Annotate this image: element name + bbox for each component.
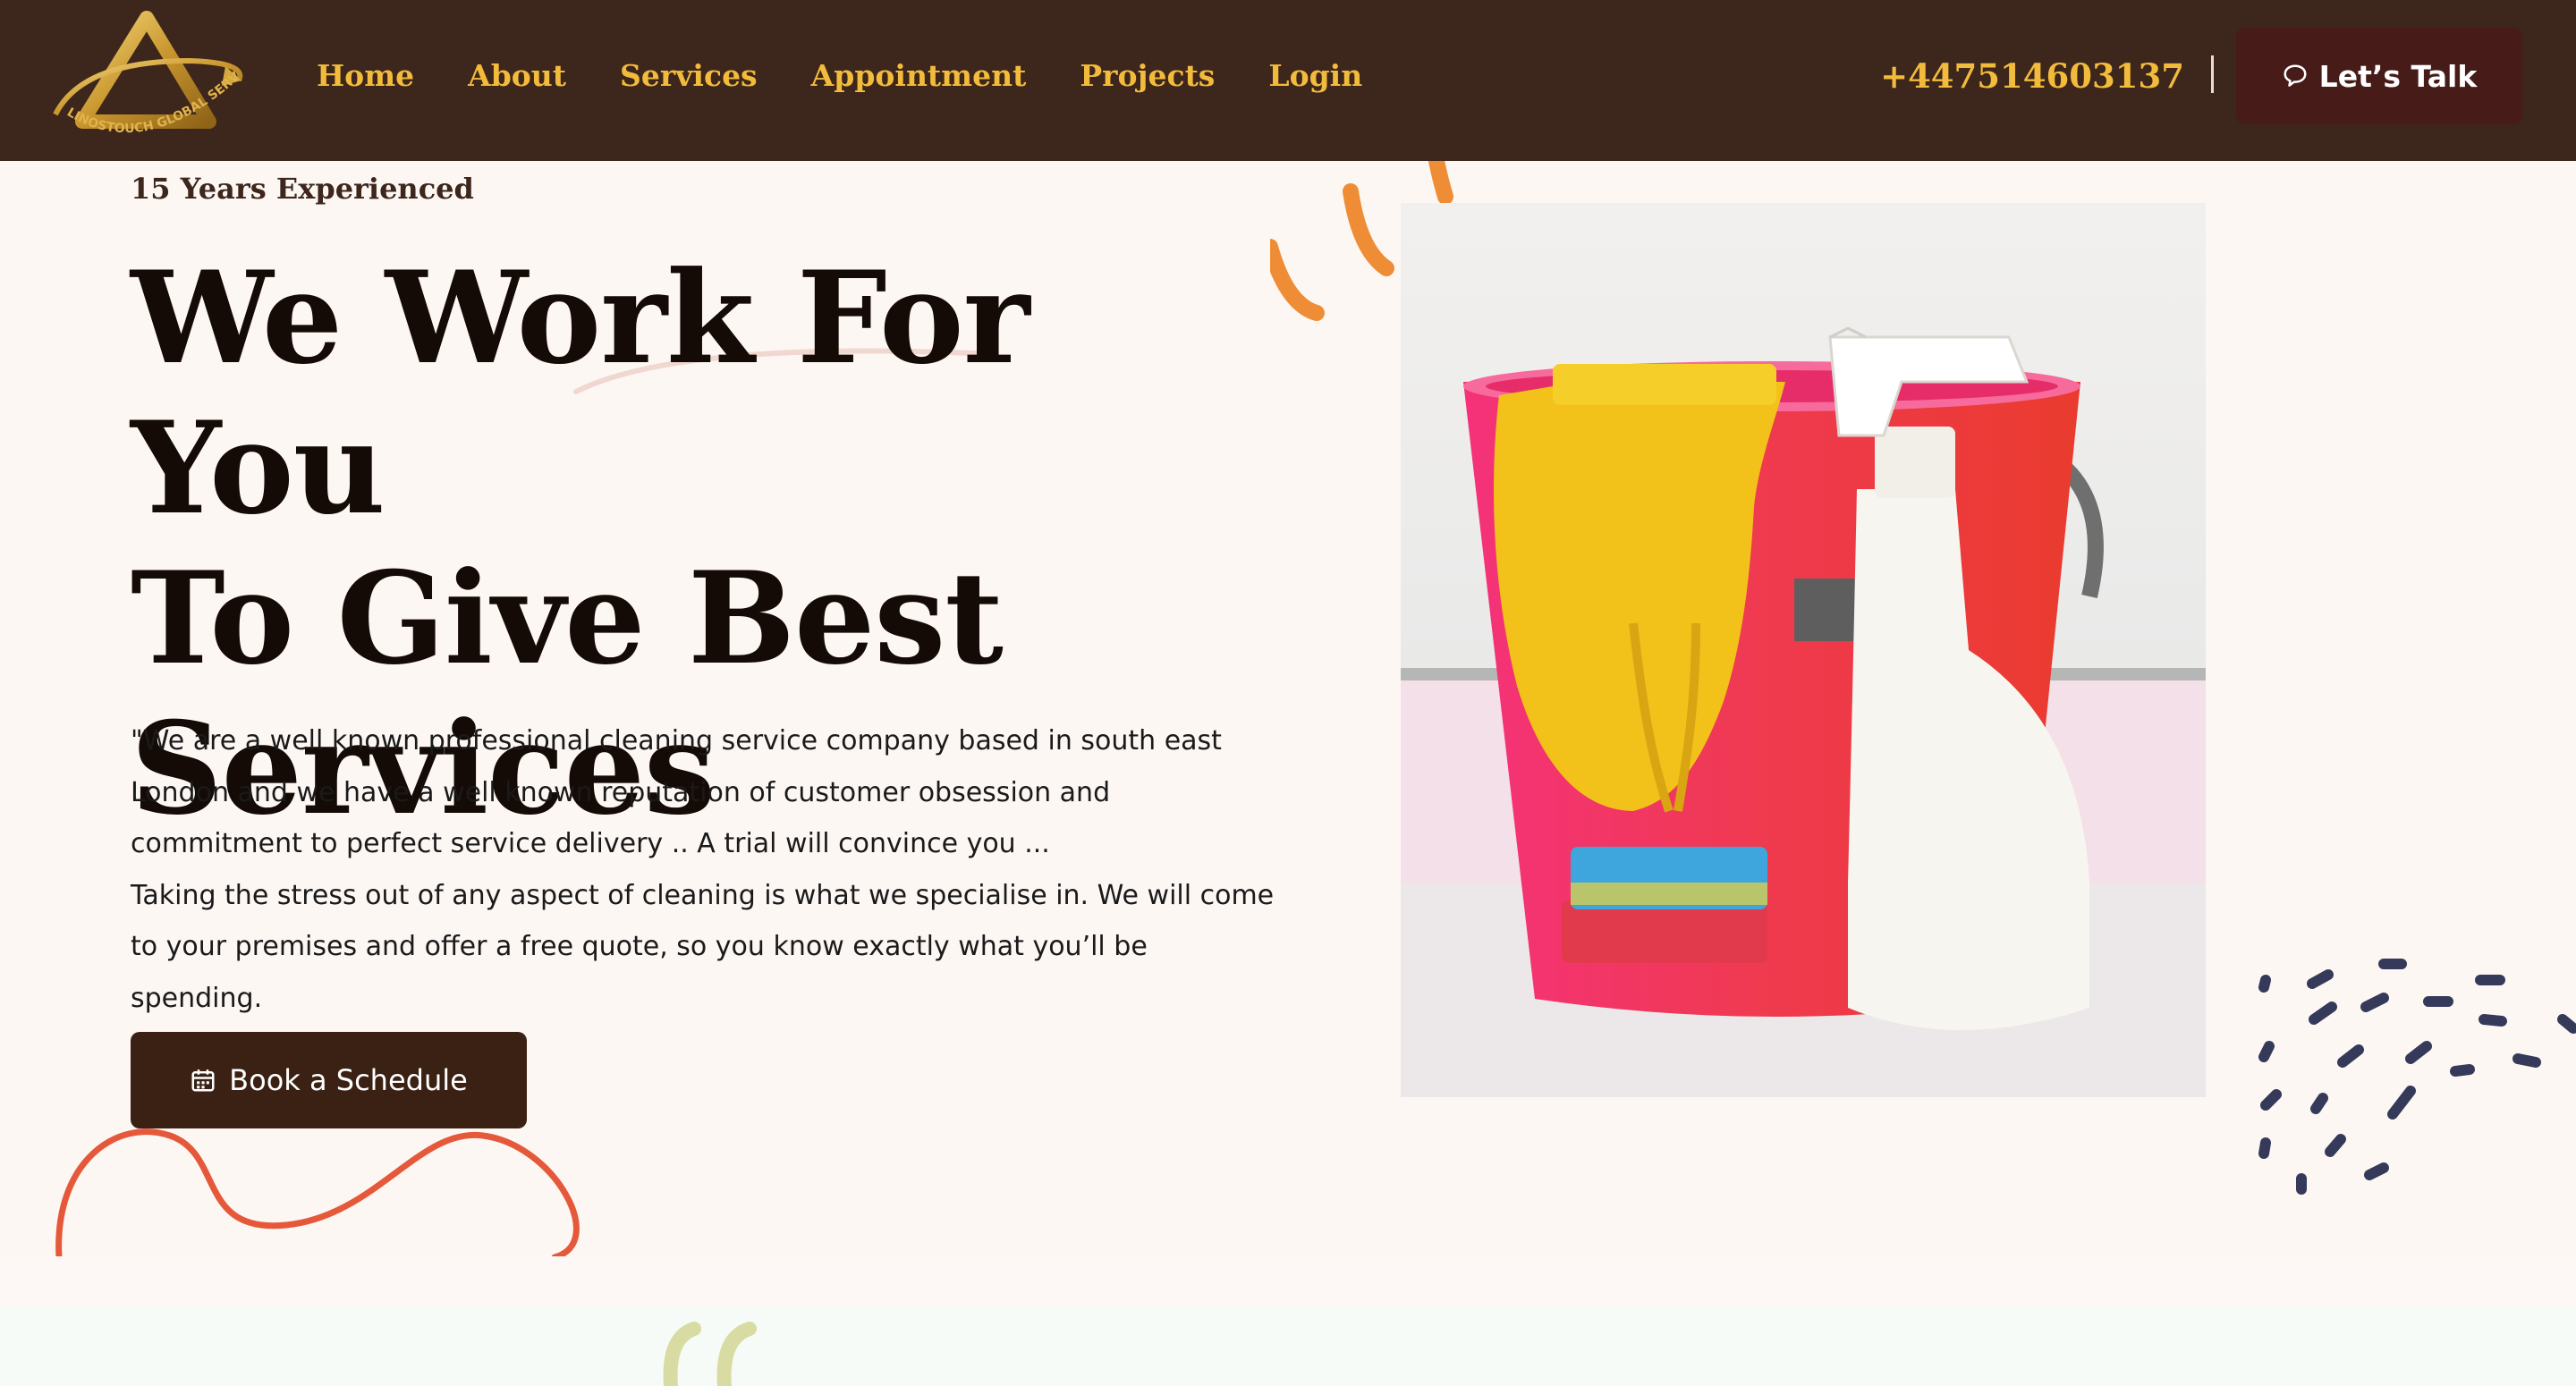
lets-talk-button[interactable]: Let’s Talk — [2236, 28, 2522, 124]
experience-tagline: 15 Years Experienced — [131, 172, 474, 206]
description-paragraph-2: Taking the stress out of any aspect of c… — [131, 879, 1275, 1014]
nav-projects[interactable]: Projects — [1080, 52, 1215, 100]
cleaning-supplies-illustration — [1401, 203, 2206, 1097]
navy-dots-decoration — [2258, 959, 2576, 1195]
quote-mark-icon — [663, 1322, 757, 1386]
lets-talk-label: Let’s Talk — [2318, 58, 2478, 94]
site-header: LINOSTOUCH GLOBAL SERVICES Home About Se… — [0, 0, 2576, 161]
hero-description: "We are a well known professional cleani… — [131, 715, 1284, 1024]
hero-title-line-2: To Give Best — [131, 545, 1004, 693]
header-divider — [2211, 55, 2214, 93]
chat-bubble-icon — [2284, 64, 2307, 87]
nav-home[interactable]: Home — [317, 52, 414, 100]
cleaning-supplies-photo — [1401, 203, 2206, 1097]
hero-section: 15 Years Experienced We Work For You To … — [0, 161, 2576, 1256]
main-nav: Home About Services Appointment Projects… — [317, 52, 1362, 100]
nav-services[interactable]: Services — [620, 52, 758, 100]
company-logo[interactable]: LINOSTOUCH GLOBAL SERVICES — [47, 7, 252, 150]
book-schedule-label: Book a Schedule — [229, 1063, 468, 1097]
nav-about[interactable]: About — [468, 52, 566, 100]
next-section-preview — [0, 1306, 2576, 1386]
hero-title-line-1: We Work For You — [131, 244, 1030, 543]
nav-login[interactable]: Login — [1268, 52, 1362, 100]
phone-number-link[interactable]: +447514603137 — [1880, 52, 2184, 100]
nav-appointment[interactable]: Appointment — [811, 52, 1027, 100]
calendar-icon — [191, 1069, 215, 1092]
book-schedule-button[interactable]: Book a Schedule — [131, 1032, 527, 1128]
description-paragraph-1: "We are a well known professional cleani… — [131, 725, 1222, 859]
